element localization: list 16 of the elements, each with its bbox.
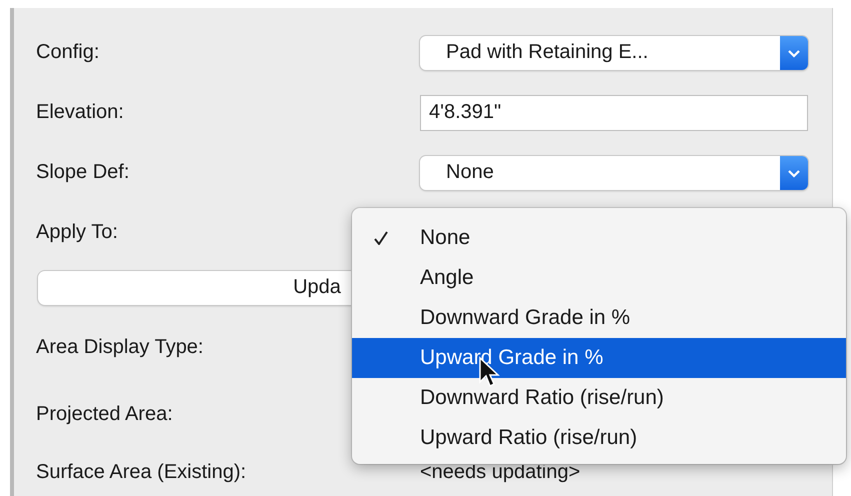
field-label: Config: — [36, 41, 100, 64]
field-label: Projected Area: — [36, 403, 173, 426]
field-value: <needs updating> — [420, 460, 580, 484]
field-label: Surface Area (Existing): — [36, 460, 246, 484]
field-label: Elevation: — [36, 101, 124, 124]
menu-item[interactable]: Upward Ratio (rise/run) — [352, 418, 846, 458]
caret-icon — [780, 36, 808, 70]
menu-item[interactable]: None — [352, 218, 846, 258]
field-label: Slope Def: — [36, 161, 130, 184]
caret-icon — [780, 156, 808, 190]
popup-button[interactable]: Pad with Retaining E... — [420, 36, 808, 70]
field-label: Apply To: — [36, 220, 118, 244]
elevation-field[interactable]: 4'8.391" — [420, 94, 808, 131]
menu-item[interactable]: Downward Ratio (rise/run) — [352, 378, 846, 418]
field-label: Area Display Type: — [36, 336, 204, 360]
popup-button[interactable]: None — [420, 156, 808, 190]
